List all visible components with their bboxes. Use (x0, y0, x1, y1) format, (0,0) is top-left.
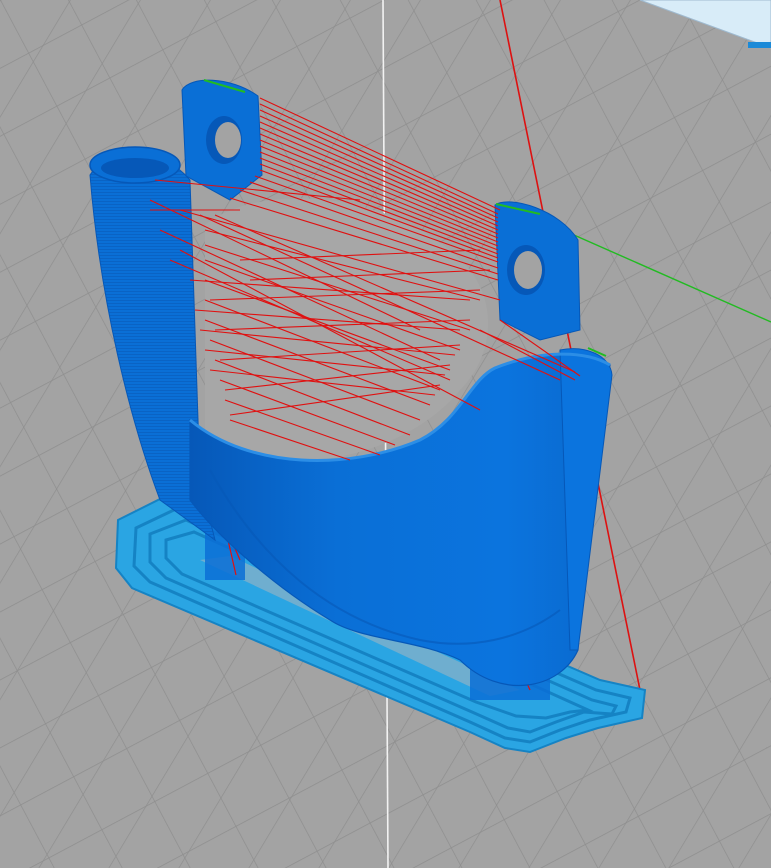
build-volume-marker (748, 42, 771, 48)
3d-print-preview-viewport[interactable] (0, 0, 771, 868)
viewport-canvas[interactable] (0, 0, 771, 868)
